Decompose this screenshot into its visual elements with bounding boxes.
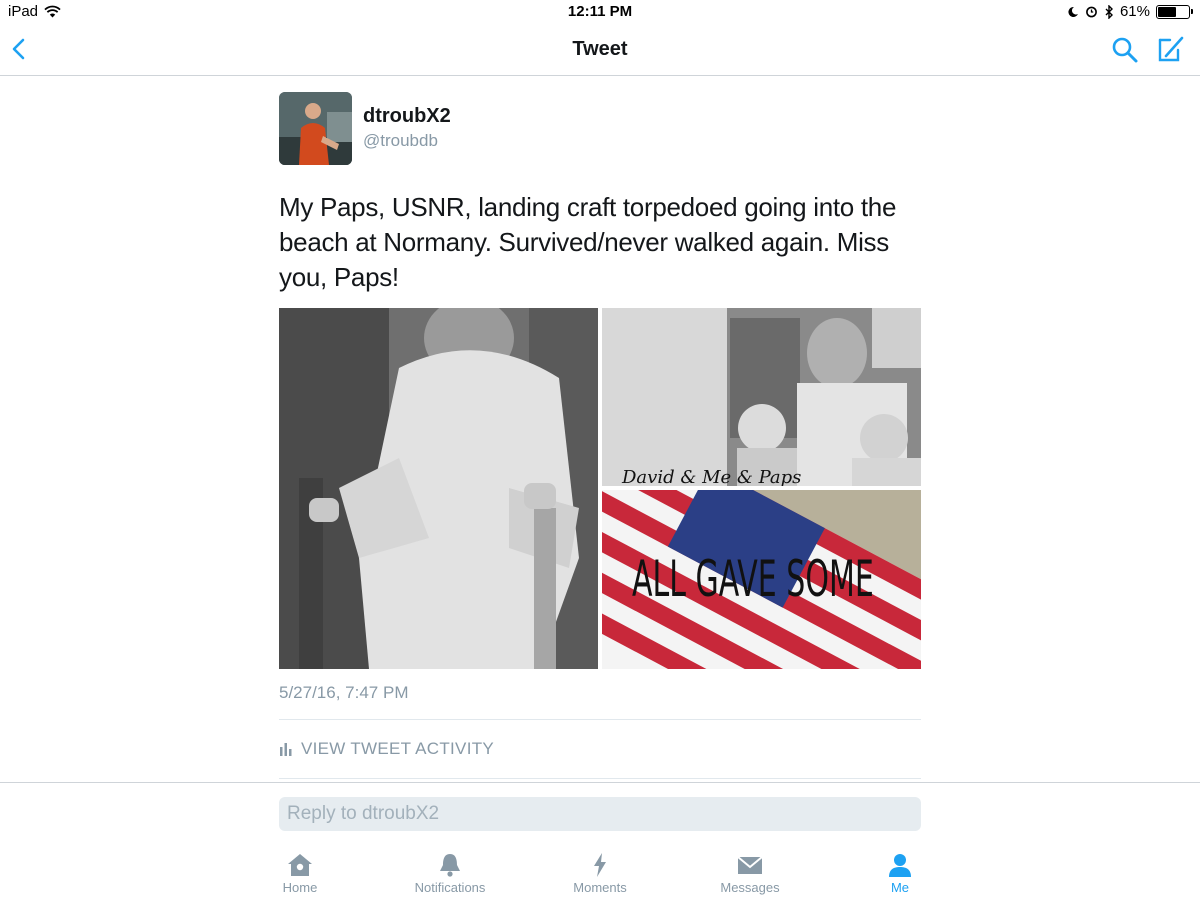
display-name[interactable]: dtroubX2 (363, 105, 451, 128)
battery-percent: 61% (1119, 3, 1150, 20)
media-grid: David & Me & Paps ALL GAVE SOME (279, 308, 921, 669)
battery-icon (1156, 4, 1193, 19)
page-title: Tweet (572, 38, 628, 60)
reply-input[interactable] (279, 797, 921, 831)
nav-bar: Tweet (0, 24, 1200, 76)
avatar-image (279, 92, 352, 165)
envelope-icon (737, 856, 763, 874)
photo-flag-image: ALL GAVE SOME (602, 490, 921, 669)
battery-level-fill (1158, 6, 1177, 17)
tweet-timestamp: 5/27/16, 7:47 PM (279, 683, 409, 702)
compose-icon[interactable] (1156, 34, 1186, 64)
status-bar: iPad 12:11 PM 61% (0, 0, 1200, 24)
photo-flag[interactable]: ALL GAVE SOME (602, 490, 921, 669)
bluetooth-icon (1105, 4, 1113, 19)
view-tweet-activity-label: VIEW TWEET ACTIVITY (301, 739, 495, 758)
lightning-icon (594, 853, 606, 877)
status-right: 61% (1067, 3, 1193, 20)
bell-icon (440, 854, 460, 877)
view-tweet-activity-link[interactable]: VIEW TWEET ACTIVITY (279, 739, 494, 759)
tab-home[interactable]: Home (240, 848, 360, 900)
status-time: 12:11 PM (567, 3, 633, 20)
tab-bar: Home Notifications Moments Messages Me (0, 848, 1200, 900)
tweet-text: My Paps, USNR, landing craft torpedoed g… (279, 192, 897, 292)
person-icon (889, 854, 911, 877)
tab-messages[interactable]: Messages (690, 848, 810, 900)
tab-notifications[interactable]: Notifications (390, 848, 510, 900)
tab-messages-label: Messages (720, 880, 780, 895)
avatar[interactable] (279, 92, 352, 165)
tab-moments-label: Moments (573, 880, 627, 895)
photo-family[interactable]: David & Me & Paps (602, 308, 921, 486)
photo-man-in-chair-image (279, 308, 598, 669)
photo-man-in-chair[interactable] (279, 308, 598, 669)
user-block[interactable]: dtroubX2 @troubdb (363, 105, 451, 151)
photo-flag-caption: ALL GAVE SOME (632, 550, 874, 608)
tab-me[interactable]: Me (840, 848, 960, 900)
alarm-icon (1086, 6, 1097, 18)
screen-name[interactable]: @troubdb (363, 131, 451, 151)
photo-family-caption: David & Me & Paps (621, 467, 801, 486)
tab-me-label: Me (890, 880, 910, 895)
divider (279, 778, 921, 779)
divider (279, 719, 921, 720)
photo-family-image: David & Me & Paps (602, 308, 921, 486)
moon-icon (1068, 6, 1078, 17)
tab-moments[interactable]: Moments (540, 848, 660, 900)
tab-home-label: Home (282, 880, 318, 895)
search-icon[interactable] (1110, 35, 1140, 65)
bar-chart-icon (280, 743, 292, 756)
home-icon (288, 854, 312, 876)
tab-notifications-label: Notifications (414, 880, 486, 895)
